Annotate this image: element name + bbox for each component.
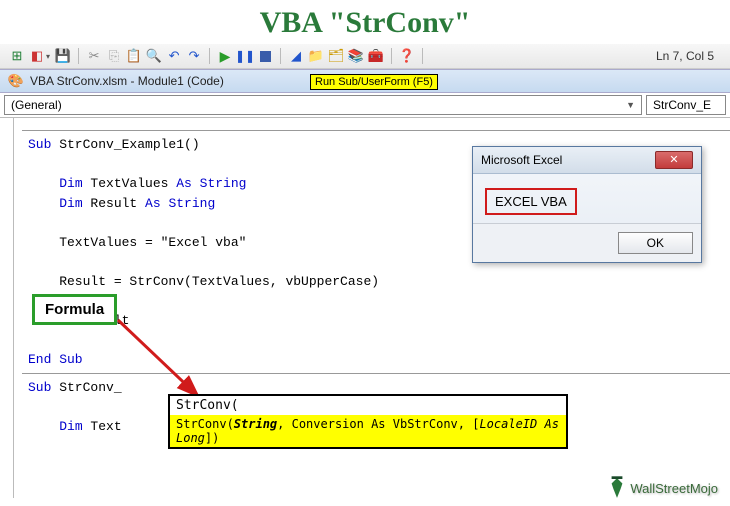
- code-text: StrConv_: [51, 380, 121, 395]
- close-icon[interactable]: ✕: [655, 151, 693, 169]
- pause-icon[interactable]: ❚❚: [236, 47, 254, 65]
- msgbox-title-text: Microsoft Excel: [481, 153, 562, 167]
- object-dropdown[interactable]: (General) ▼: [4, 95, 642, 115]
- procedure-dropdown[interactable]: StrConv_E: [646, 95, 726, 115]
- code-text: Text: [83, 419, 122, 434]
- code-text: Result: [83, 196, 145, 211]
- view-icon[interactable]: ◧: [28, 47, 46, 65]
- ok-button[interactable]: OK: [618, 232, 693, 254]
- keyword: Dim: [59, 196, 82, 211]
- object-dropdown-value: (General): [11, 98, 62, 112]
- keyword: As String: [176, 176, 246, 191]
- separator: [422, 48, 423, 64]
- module-icon: 🎨: [8, 73, 24, 89]
- divider: [22, 373, 730, 374]
- keyword: Sub: [28, 380, 51, 395]
- module-title: VBA StrConv.xlsm - Module1 (Code): [30, 74, 224, 88]
- dropdown-arrow-icon[interactable]: ▾: [46, 52, 50, 61]
- keyword: Dim: [59, 176, 82, 191]
- dropdown-row: (General) ▼ StrConv_E: [0, 93, 730, 118]
- page-title: VBA "StrConv": [0, 0, 730, 44]
- separator: [391, 48, 392, 64]
- keyword: Dim: [59, 419, 82, 434]
- project-icon[interactable]: 📁: [307, 47, 325, 65]
- redo-icon[interactable]: ↷: [185, 47, 203, 65]
- watermark: WallStreetMojo: [608, 476, 718, 500]
- help-icon[interactable]: ❓: [398, 47, 416, 65]
- logo-icon: [608, 476, 626, 500]
- tooltip-signature: StrConv(String, Conversion As VbStrConv,…: [170, 415, 566, 447]
- divider: [22, 130, 730, 131]
- msgbox-text: EXCEL VBA: [485, 188, 577, 215]
- design-icon[interactable]: ◢: [287, 47, 305, 65]
- code-text: TextValues: [83, 176, 177, 191]
- code-text: StrConv_Example1(): [51, 137, 199, 152]
- save-icon[interactable]: 💾: [54, 47, 72, 65]
- run-icon[interactable]: ▶: [216, 47, 234, 65]
- run-sub-label: Run Sub/UserForm (F5): [310, 74, 438, 90]
- toolbar: ⊞ ◧ ▾ 💾 ✂ ⎘ 📋 🔍 ↶ ↷ ▶ ❚❚ ◢ 📁 🗂 📚 🧰 ❓ Ln …: [0, 44, 730, 69]
- chevron-down-icon: ▼: [626, 100, 635, 110]
- copy-icon[interactable]: ⎘: [105, 47, 123, 65]
- message-box: Microsoft Excel ✕ EXCEL VBA OK: [472, 146, 702, 263]
- keyword: End Sub: [28, 352, 83, 367]
- excel-icon[interactable]: ⊞: [8, 47, 26, 65]
- cursor-position: Ln 7, Col 5: [656, 49, 722, 63]
- watermark-text: WallStreetMojo: [630, 481, 718, 496]
- intellisense-tooltip: StrConv( StrConv(String, Conversion As V…: [168, 394, 568, 449]
- separator: [78, 48, 79, 64]
- separator: [209, 48, 210, 64]
- stop-icon[interactable]: [256, 47, 274, 65]
- properties-icon[interactable]: 🗂: [327, 47, 345, 65]
- toolbox-icon[interactable]: 🧰: [367, 47, 385, 65]
- cut-icon[interactable]: ✂: [85, 47, 103, 65]
- code-gutter: [0, 118, 14, 498]
- browser-icon[interactable]: 📚: [347, 47, 365, 65]
- paste-icon[interactable]: 📋: [125, 47, 143, 65]
- tooltip-typed: StrConv(: [170, 396, 566, 415]
- keyword: Sub: [28, 137, 51, 152]
- separator: [280, 48, 281, 64]
- code-text: Result = StrConv(TextValues, vbUpperCase…: [6, 272, 730, 292]
- undo-icon[interactable]: ↶: [165, 47, 183, 65]
- formula-callout: Formula: [32, 294, 117, 325]
- find-icon[interactable]: 🔍: [145, 47, 163, 65]
- keyword: As String: [145, 196, 215, 211]
- msgbox-titlebar[interactable]: Microsoft Excel ✕: [473, 147, 701, 174]
